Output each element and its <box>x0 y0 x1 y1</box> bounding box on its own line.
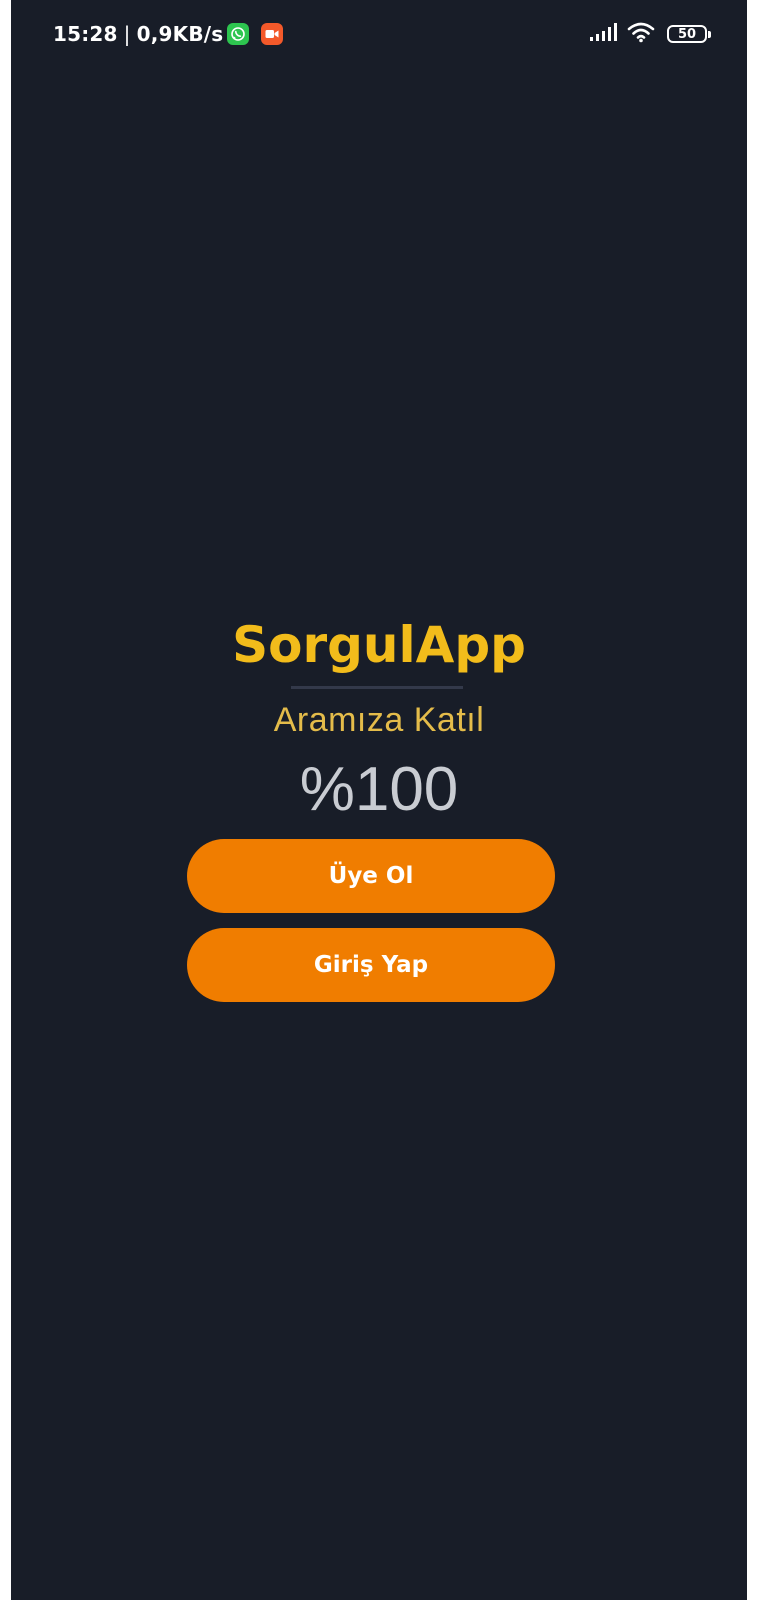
progress-text: %100 <box>299 755 459 824</box>
register-button[interactable]: Üye Ol <box>187 839 555 913</box>
battery-level: 50 <box>677 26 697 42</box>
status-left: 15:28 | 0,9KB/s <box>53 19 284 49</box>
status-separator: | <box>123 22 131 46</box>
app-title: SorgulApp <box>232 616 526 674</box>
status-time: 15:28 <box>53 22 118 46</box>
network-speed: 0,9KB/s <box>136 22 224 46</box>
status-right: 50 <box>589 20 711 48</box>
status-bar: 15:28 | 0,9KB/s 50 <box>11 0 747 68</box>
battery-icon: 50 <box>667 25 711 43</box>
title-divider <box>291 686 463 689</box>
register-button-label: Üye Ol <box>328 863 414 889</box>
app-screen: 15:28 | 0,9KB/s 50 SorgulApp Aramıza Kat… <box>11 0 747 1600</box>
whatsapp-icon <box>227 23 250 45</box>
login-button-label: Giriş Yap <box>313 952 429 978</box>
screen-recorder-icon <box>261 23 284 45</box>
wifi-icon <box>627 21 655 48</box>
login-button[interactable]: Giriş Yap <box>187 928 555 1002</box>
device-frame: 15:28 | 0,9KB/s 50 SorgulApp Aramıza Kat… <box>0 0 757 1600</box>
app-subtitle: Aramıza Katıl <box>273 701 485 739</box>
signal-icon <box>589 22 617 47</box>
